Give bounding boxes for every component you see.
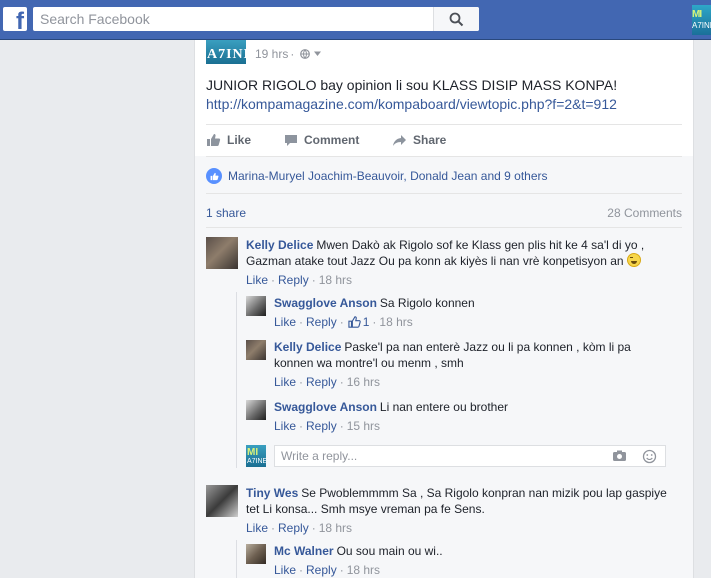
reply-reply-link[interactable]: Reply [306,419,337,433]
avatar[interactable] [246,340,266,360]
avatar[interactable] [206,485,238,517]
reply-author[interactable]: Swagglove Anson [274,400,377,414]
search-box[interactable] [33,7,479,31]
reply-like-link[interactable]: Like [274,563,296,577]
reply-actions: Like · Reply · 1 · 18 hrs [274,315,413,329]
chevron-down-icon[interactable] [313,49,322,58]
reply-body: Swagglove Anson Li nan entere ou brother [274,400,508,414]
reply-reply-link[interactable]: Reply [306,563,337,577]
reply-thread-line [236,540,237,578]
reply-reply-link[interactable]: Reply [306,315,337,329]
comment-author[interactable]: Kelly Delice [246,238,313,252]
reply-body: Swagglove Anson Sa Rigolo konnen [274,296,475,310]
reply-actions: Like · Reply · 16 hrs [274,375,381,389]
reply-body: Mc Walner Ou sou main ou wi.. [274,544,443,558]
comment-reply-link[interactable]: Reply [278,521,309,535]
divider [206,227,682,228]
reply-like-link[interactable]: Like [274,375,296,389]
avatar[interactable] [246,400,266,420]
search-icon [449,12,464,27]
reply-thread-line [236,292,237,468]
like-button[interactable]: Like [206,133,251,147]
comment-button[interactable]: Comment [284,133,359,147]
comment-time[interactable]: 18 hrs [319,521,352,535]
avatar[interactable] [246,296,266,316]
reply-input[interactable] [275,446,595,466]
emoji-icon[interactable] [642,449,657,464]
likes-summary[interactable]: Marina-Muryel Joachim-Beauvoir, Donald J… [206,168,548,184]
post-link[interactable]: http://kompamagazine.com/kompaboard/view… [206,95,617,114]
like-reaction-icon [206,168,222,184]
facebook-logo-icon[interactable]: f [3,7,27,34]
reply-time[interactable]: 18 hrs [379,315,412,329]
profile-avatar[interactable]: MIA7INE [692,5,711,35]
search-input[interactable] [33,7,433,31]
comment-time[interactable]: 18 hrs [319,273,352,287]
reply-box[interactable] [274,445,666,467]
reply-author[interactable]: Kelly Delice [274,340,341,354]
reply-likes[interactable]: 1 [348,315,369,329]
avatar[interactable] [246,544,266,564]
share-count-link[interactable]: 1 share [206,206,246,220]
comment-actions: Like · Reply · 18 hrs [246,273,353,287]
reply-time[interactable]: 15 hrs [347,419,380,433]
divider [206,193,682,194]
comment-body: Tiny Wes Se Pwoblemmmm Sa , Sa Rigolo kon… [246,486,667,516]
reply-time[interactable]: 16 hrs [347,375,380,389]
reply-body: Kelly Delice Paske'l pa nan enterè Jazz o… [274,340,631,370]
reply-author[interactable]: Swagglove Anson [274,296,377,310]
comment-count[interactable]: 28 Comments [607,206,682,220]
share-arrow-icon [393,134,406,146]
comment-actions: Like · Reply · 18 hrs [246,521,353,535]
share-button[interactable]: Share [392,133,446,147]
page-avatar[interactable]: A7INE [206,40,246,64]
reply-reply-link[interactable]: Reply [306,375,337,389]
comment-like-link[interactable]: Like [246,273,268,287]
post-timestamp[interactable]: 19 hrs · [255,47,322,61]
post-text: JUNIOR RIGOLO bay opinion li sou KLASS D… [206,77,618,93]
reply-time[interactable]: 18 hrs [347,563,380,577]
reply-like-link[interactable]: Like [274,419,296,433]
likers-text[interactable]: Marina-Muryel Joachim-Beauvoir, Donald J… [228,169,548,183]
reply-like-link[interactable]: Like [274,315,296,329]
reply-actions: Like · Reply · 15 hrs [274,419,381,433]
comment-body: Kelly Delice Mwen Dakò ak Rigolo sof ke K… [246,238,645,268]
avatar: MI A7INE [246,445,266,467]
reply-author[interactable]: Mc Walner [274,544,334,558]
thumbs-up-icon [348,316,361,328]
search-button[interactable] [433,7,479,31]
thumbs-up-icon [207,134,221,146]
divider [206,124,682,125]
camera-icon[interactable] [612,449,627,463]
grinning-face-icon [626,253,641,267]
comment-icon [285,134,297,146]
comment-author[interactable]: Tiny Wes [246,486,298,500]
reply-actions: Like · Reply · 18 hrs [274,563,381,577]
globe-icon [299,49,310,59]
avatar[interactable] [206,237,238,269]
comment-like-link[interactable]: Like [246,521,268,535]
top-bar: f MIA7INE [0,0,711,40]
divider [206,156,682,157]
comment-reply-link[interactable]: Reply [278,273,309,287]
